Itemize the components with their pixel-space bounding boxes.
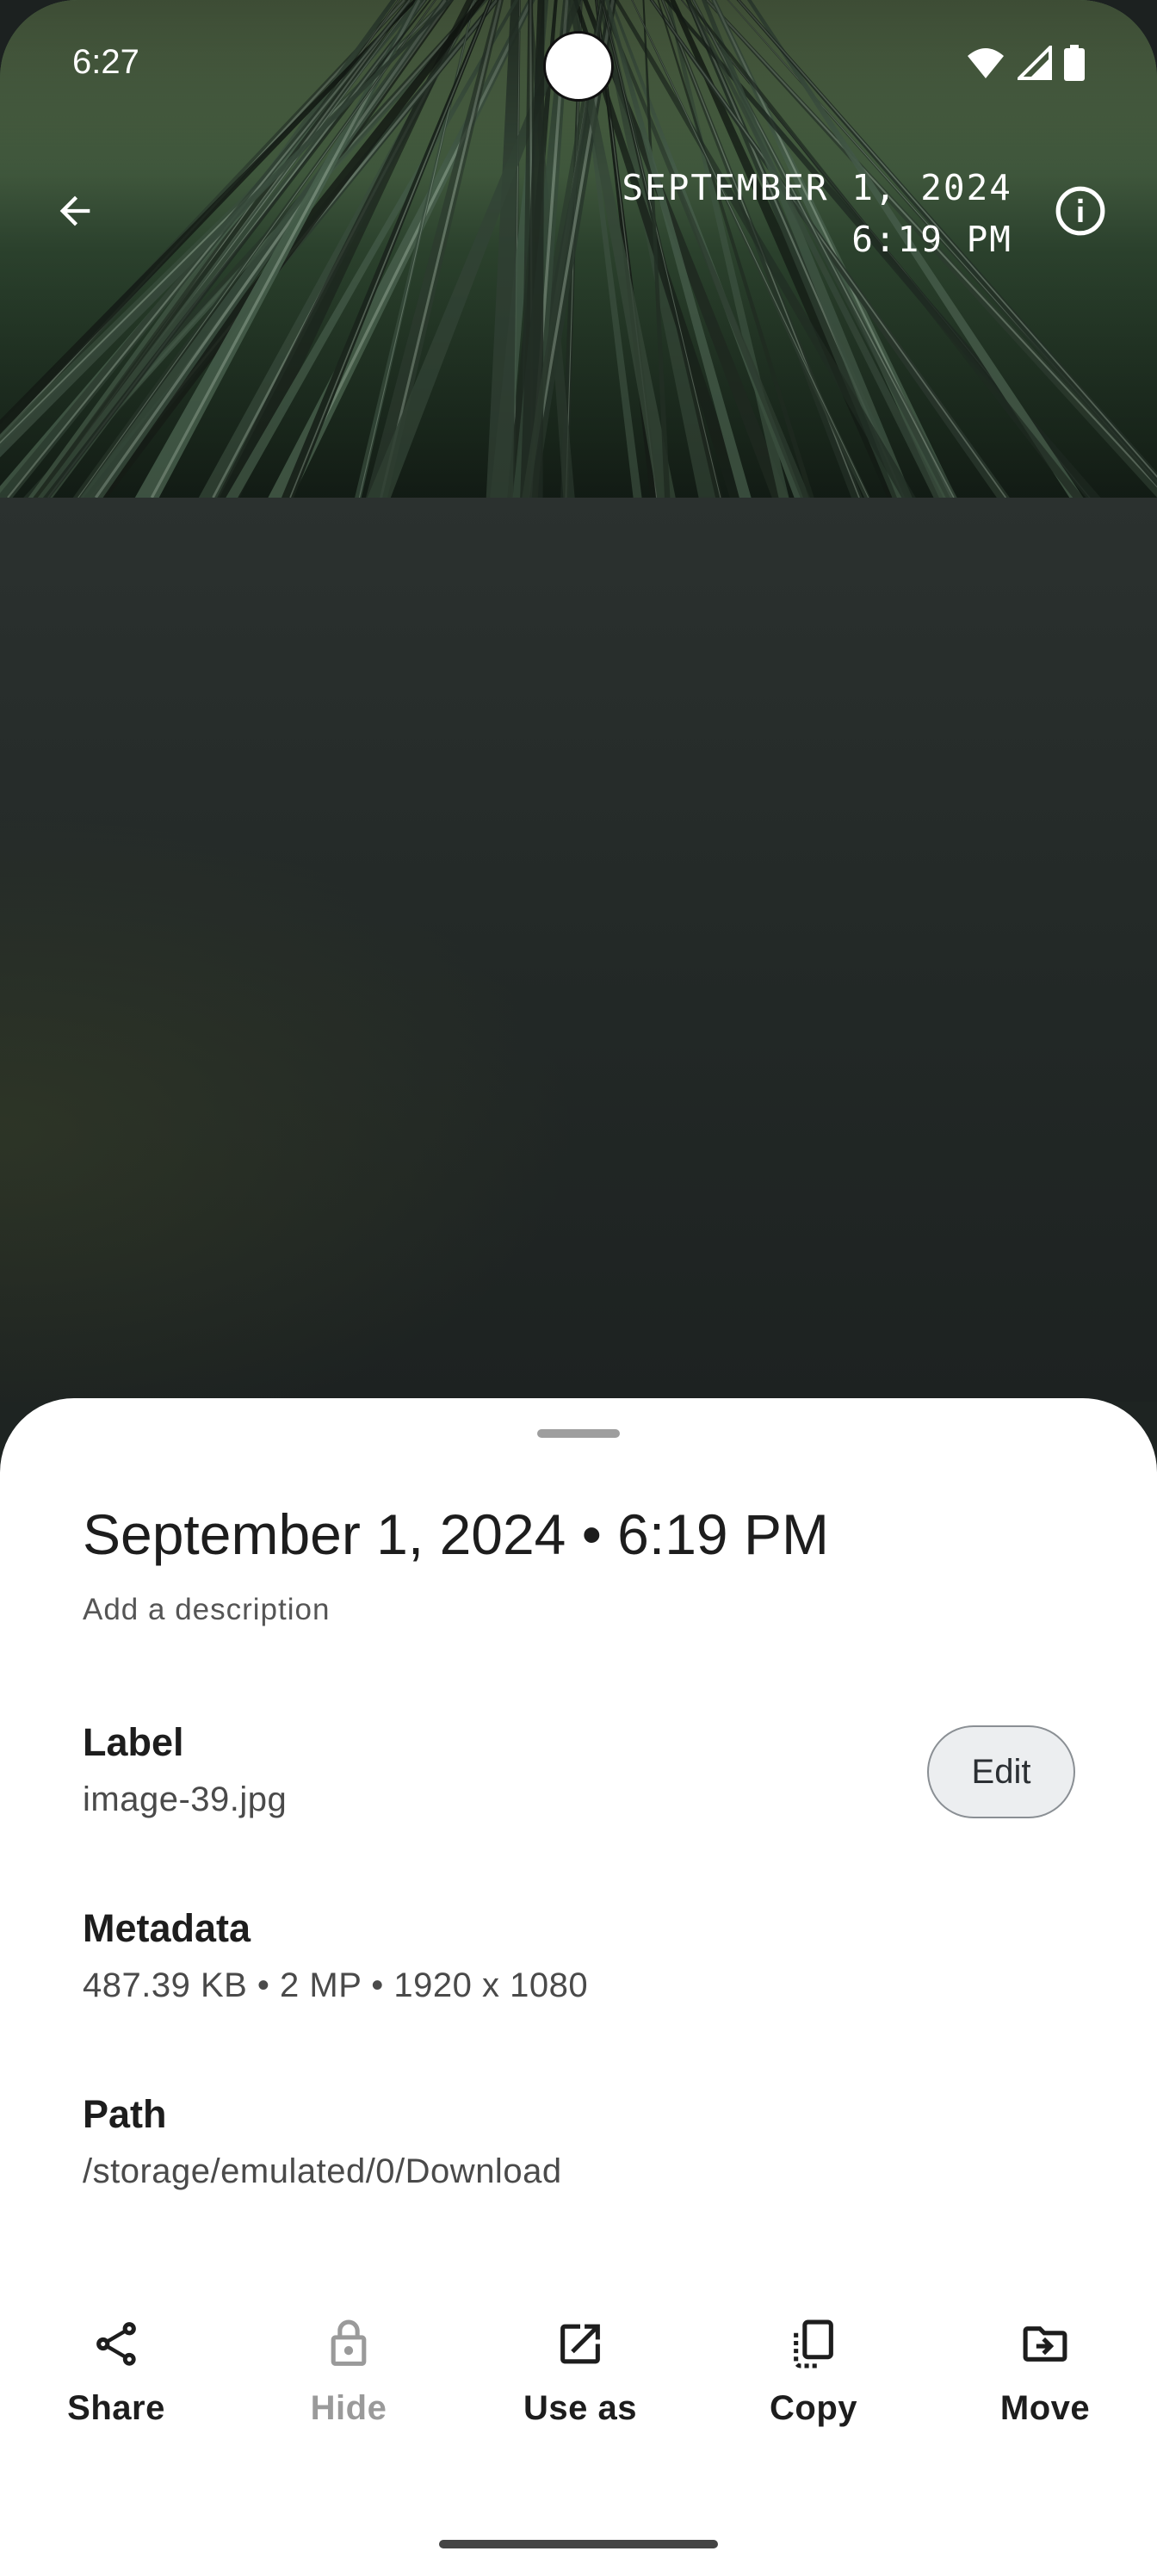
battery-icon <box>1064 45 1085 81</box>
move-action[interactable]: Move <box>950 2290 1140 2428</box>
copy-label: Copy <box>770 2389 857 2427</box>
path-field-title: Path <box>83 2092 167 2136</box>
use-as-label: Use as <box>523 2389 637 2427</box>
photo-date-line2: 6:19 PM <box>851 219 1012 260</box>
info-icon <box>1055 186 1105 236</box>
path-field-value: /storage/emulated/0/Download <box>83 2152 562 2190</box>
edit-label-button[interactable]: Edit <box>927 1725 1075 1818</box>
metadata-field-value: 487.39 KB • 2 MP • 1920 x 1080 <box>83 1966 589 2004</box>
status-time: 6:27 <box>72 43 139 81</box>
share-label: Share <box>67 2389 165 2427</box>
copy-icon <box>794 2319 833 2369</box>
info-bottom-sheet: September 1, 2024 • 6:19 PM Add a descri… <box>0 1398 1157 2576</box>
share-icon <box>96 2322 136 2366</box>
status-icons <box>966 45 1085 81</box>
camera-cutout <box>543 31 614 102</box>
move-folder-icon <box>1023 2326 1067 2362</box>
screen: 6:27 SEPTEMBER 1, 2024 6:19 PM September… <box>0 0 1157 2576</box>
label-field-title: Label <box>83 1720 184 1764</box>
hide-label: Hide <box>310 2389 387 2427</box>
home-indicator[interactable] <box>439 2540 718 2548</box>
open-external-icon <box>560 2324 600 2364</box>
wifi-icon <box>968 48 1004 78</box>
action-bar: Share Hide Use as Copy Move <box>0 2290 1157 2428</box>
lock-icon <box>331 2319 367 2366</box>
drag-handle[interactable] <box>537 1429 620 1438</box>
description-field[interactable]: Add a description <box>83 1593 330 1627</box>
metadata-field-title: Metadata <box>83 1906 251 1950</box>
cell-signal-icon <box>1018 46 1052 80</box>
move-label: Move <box>999 2389 1091 2427</box>
use-as-action[interactable]: Use as <box>486 2290 675 2428</box>
share-action[interactable]: Share <box>22 2290 211 2428</box>
back-button[interactable] <box>45 181 105 241</box>
photo-letterbox <box>0 498 1157 1402</box>
label-field-value: image-39.jpg <box>83 1780 288 1818</box>
photo-date-line1: SEPTEMBER 1, 2024 <box>622 167 1012 208</box>
sheet-title: September 1, 2024 • 6:19 PM <box>83 1502 829 1566</box>
arrow-back-icon <box>59 195 90 226</box>
photo-date-overlay: SEPTEMBER 1, 2024 6:19 PM <box>622 162 1012 265</box>
copy-action[interactable]: Copy <box>719 2290 908 2428</box>
info-button[interactable] <box>1050 181 1111 241</box>
hide-action[interactable]: Hide <box>254 2290 443 2428</box>
